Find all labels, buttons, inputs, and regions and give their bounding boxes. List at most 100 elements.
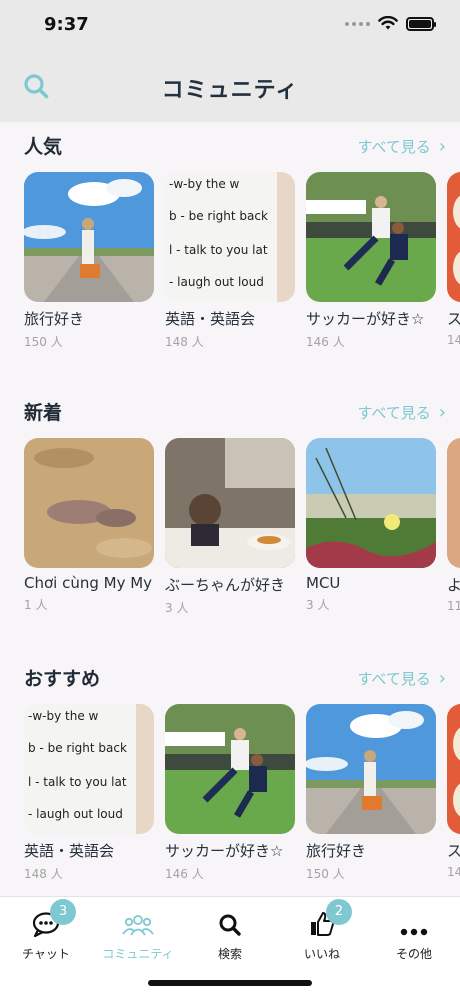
- tab-chat[interactable]: 3 チャット: [0, 899, 92, 965]
- whiteboard-line: -w-by the w: [28, 709, 99, 723]
- section-recommended: おすすめ すべて見る › -w-by the w b - be right ba…: [0, 654, 460, 894]
- chevron-right-icon: ›: [438, 135, 446, 157]
- member-count: 148 人: [24, 867, 63, 881]
- community-card[interactable]: サッカーが好き☆ 146 人: [306, 172, 436, 350]
- tab-search[interactable]: 検索: [184, 905, 276, 965]
- child-at-restaurant-photo: [165, 438, 295, 568]
- tab-label: コミュニティ: [102, 947, 174, 961]
- chevron-right-icon: ›: [438, 401, 446, 423]
- status-bar: 9:37: [0, 0, 460, 52]
- girl-on-road-photo: [306, 704, 436, 834]
- member-count: 14: [447, 333, 460, 347]
- member-count: 11: [447, 599, 460, 613]
- community-card[interactable]: ス 14: [447, 172, 460, 347]
- tab-label: いいね: [303, 947, 340, 961]
- community-name: サッカーが好き☆: [306, 310, 425, 328]
- tab-community[interactable]: コミュニティ: [92, 905, 184, 965]
- soccer-tackle-photo: [306, 172, 436, 302]
- english-whiteboard-photo: -w-by the w b - be right back l - talk t…: [165, 172, 295, 302]
- section-popular: 人気 すべて見る › 旅行好き 150 人 -w-by the w b - be…: [0, 122, 460, 362]
- more-dots-icon: [400, 928, 428, 936]
- member-count: 148 人: [165, 335, 204, 349]
- tab-more[interactable]: その他: [368, 905, 460, 965]
- whiteboard-line: l - talk to you lat: [169, 243, 268, 257]
- see-all-label: すべて見る: [357, 138, 431, 156]
- tab-label: チャット: [22, 947, 70, 961]
- community-card[interactable]: ぶーちゃんが好き 3 人: [165, 438, 295, 616]
- tab-likes[interactable]: 2 いいね: [276, 899, 368, 965]
- card-row: -w-by the w b - be right back l - talk t…: [0, 694, 460, 894]
- english-whiteboard-photo: -w-by the w b - be right back l - talk t…: [24, 704, 154, 834]
- status-time: 9:37: [44, 14, 89, 35]
- community-name: サッカーが好き☆: [165, 842, 284, 860]
- search-icon: [219, 914, 241, 936]
- section-new: 新着 すべて見る › Chơi cùng My My 1 人 ぶーちゃんが好き …: [0, 388, 460, 628]
- whiteboard-line: - laugh out loud: [28, 807, 123, 821]
- member-count: 150 人: [24, 335, 63, 349]
- card-row: Chơi cùng My My 1 人 ぶーちゃんが好き 3 人 MCU 3 人…: [0, 428, 460, 628]
- cellular-signal-icon: [345, 21, 370, 26]
- tab-label: 検索: [217, 947, 242, 961]
- community-name: 英語・英語会: [24, 842, 115, 860]
- community-name: ぶーちゃんが好き: [165, 576, 286, 594]
- lanterns-photo: [447, 704, 460, 834]
- community-name: ス: [447, 310, 460, 328]
- community-name: ス: [447, 842, 460, 860]
- community-card[interactable]: Chơi cùng My My 1 人: [24, 438, 154, 613]
- community-card[interactable]: 旅行好き 150 人: [24, 172, 154, 350]
- wifi-icon: [378, 16, 398, 30]
- community-card[interactable]: ス 14: [447, 704, 460, 879]
- section-header: おすすめ すべて見る ›: [0, 654, 460, 694]
- community-name: Chơi cùng My My: [24, 574, 153, 592]
- whiteboard-line: -w-by the w: [169, 177, 240, 191]
- chevron-right-icon: ›: [438, 667, 446, 689]
- partial-photo: [447, 438, 460, 568]
- section-header: 新着 すべて見る ›: [0, 388, 460, 428]
- member-count: 3 人: [165, 601, 189, 615]
- community-name: MCU: [306, 574, 341, 592]
- community-people-icon: [122, 915, 154, 936]
- member-count: 14: [447, 865, 460, 879]
- community-name: 旅行好き: [24, 310, 85, 328]
- section-title: 人気: [24, 136, 63, 158]
- member-count: 3 人: [306, 598, 330, 612]
- whiteboard-line: l - talk to you lat: [28, 775, 127, 789]
- see-all-label: すべて見る: [357, 670, 431, 688]
- status-icons: [345, 16, 436, 31]
- community-name: 旅行好き: [306, 842, 367, 860]
- whiteboard-line: b - be right back: [169, 209, 268, 223]
- soccer-tackle-photo: [165, 704, 295, 834]
- community-card[interactable]: -w-by the w b - be right back l - talk t…: [24, 704, 154, 882]
- section-header: 人気 すべて見る ›: [0, 122, 460, 162]
- community-name: 英語・英語会: [165, 310, 256, 328]
- card-row: 旅行好き 150 人 -w-by the w b - be right back…: [0, 162, 460, 362]
- community-card[interactable]: 旅行好き 150 人: [306, 704, 436, 882]
- see-all-link[interactable]: すべて見る ›: [357, 136, 446, 157]
- section-title: おすすめ: [24, 668, 101, 690]
- navigation-bar: コミュニティ: [0, 52, 460, 122]
- section-title: 新着: [24, 402, 63, 424]
- see-all-label: すべて見る: [357, 404, 431, 422]
- pigs-in-dirt-photo: [24, 438, 154, 568]
- member-count: 146 人: [306, 335, 345, 349]
- member-count: 150 人: [306, 867, 345, 881]
- girl-on-road-photo: [24, 172, 154, 302]
- see-all-link[interactable]: すべて見る ›: [357, 402, 446, 423]
- member-count: 146 人: [165, 867, 204, 881]
- community-name: よ: [447, 576, 460, 594]
- community-list[interactable]: 人気 すべて見る › 旅行好き 150 人 -w-by the w b - be…: [0, 122, 460, 896]
- battery-icon: [406, 16, 436, 31]
- community-card[interactable]: MCU 3 人: [306, 438, 436, 613]
- community-card[interactable]: よ 11: [447, 438, 460, 613]
- page-title: コミュニティ: [161, 78, 299, 103]
- beach-grass-photo: [306, 438, 436, 568]
- community-card[interactable]: サッカーが好き☆ 146 人: [165, 704, 295, 882]
- lanterns-photo: [447, 172, 460, 302]
- likes-badge: 2: [326, 899, 352, 925]
- member-count: 1 人: [24, 598, 48, 612]
- home-indicator: [148, 980, 312, 986]
- see-all-link[interactable]: すべて見る ›: [357, 668, 446, 689]
- community-card[interactable]: -w-by the w b - be right back l - talk t…: [165, 172, 295, 350]
- chat-badge: 3: [50, 899, 76, 925]
- tab-label: その他: [395, 947, 432, 961]
